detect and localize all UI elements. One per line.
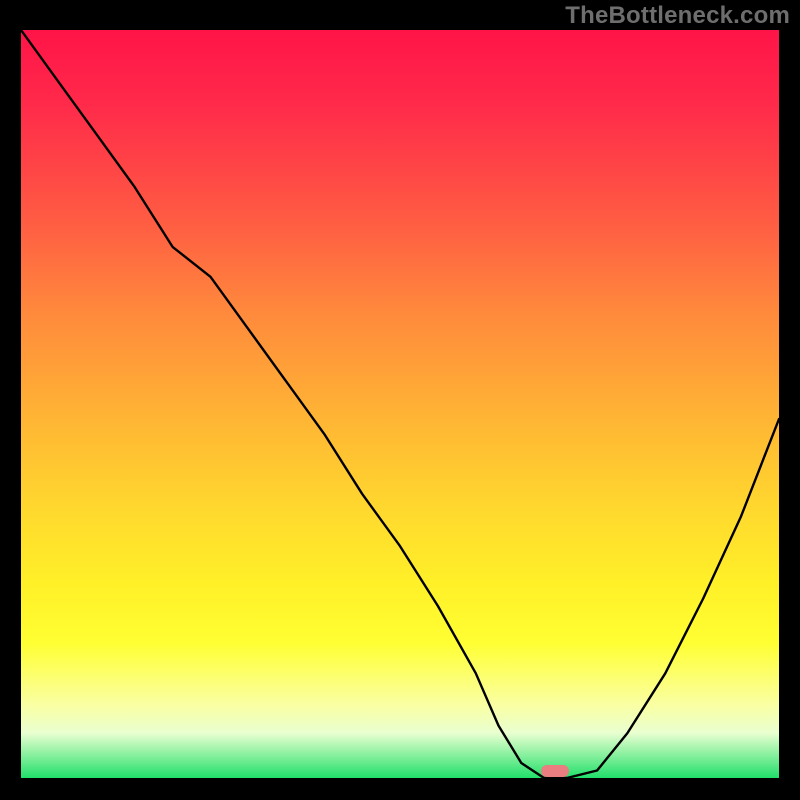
optimal-point-marker [541, 765, 569, 777]
watermark-label: TheBottleneck.com [565, 2, 790, 30]
chart-frame: TheBottleneck.com [0, 0, 800, 800]
plot-area [21, 30, 779, 778]
curve-path [21, 30, 779, 778]
bottleneck-curve [21, 30, 779, 778]
